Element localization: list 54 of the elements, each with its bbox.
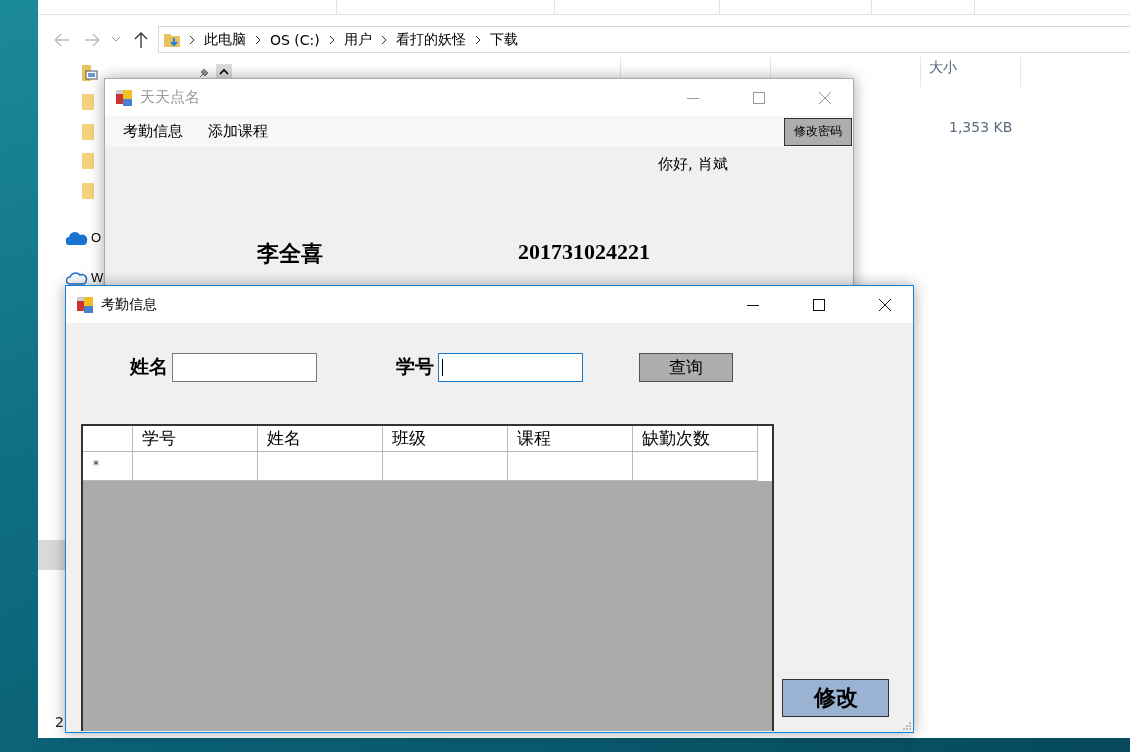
input-field[interactable]	[172, 352, 317, 382]
breadcrumb-item[interactable]: OS (C:)	[270, 31, 320, 48]
breadcrumb-item[interactable]: 看打的妖怪	[395, 30, 466, 49]
chevron-icon	[380, 34, 387, 45]
student-id: 201731024221	[518, 239, 650, 266]
cloud-icon	[66, 230, 88, 245]
forward-icon[interactable]	[84, 32, 100, 47]
edit-button[interactable]: 修改	[782, 679, 889, 717]
table-cell[interactable]	[383, 452, 508, 481]
download-folder-icon	[164, 31, 180, 48]
resize-grip-icon[interactable]	[902, 721, 911, 730]
folder-icon	[82, 122, 94, 141]
input-field[interactable]	[438, 352, 583, 382]
table-cell[interactable]	[508, 452, 633, 481]
field-label: 学号	[396, 354, 434, 379]
close-icon[interactable]	[879, 298, 891, 311]
app-icon	[77, 296, 93, 313]
back-icon[interactable]	[54, 32, 70, 47]
folder-icon	[82, 93, 94, 112]
nav-item[interactable]: W	[91, 270, 104, 285]
maximize-icon[interactable]	[813, 298, 825, 311]
field-label: 姓名	[130, 354, 168, 379]
folder-icon	[82, 181, 94, 200]
table-cell[interactable]	[133, 452, 258, 481]
window-title: 考勤信息	[101, 295, 157, 314]
new-row-marker: *	[83, 452, 133, 481]
nav-item[interactable]: O	[91, 230, 102, 245]
query-button[interactable]: 查询	[639, 352, 733, 382]
change-password-button[interactable]: 修改密码	[784, 117, 852, 146]
chevron-icon	[255, 34, 261, 45]
file-size: 1,353 KB	[949, 119, 1013, 135]
greeting-text: 你好, 肖斌	[658, 155, 728, 173]
table-cell[interactable]	[258, 452, 383, 481]
text-cursor	[442, 358, 443, 376]
up-icon[interactable]	[134, 31, 148, 48]
menu-item[interactable]: 添加课程	[208, 122, 268, 141]
menu-item[interactable]: 考勤信息	[123, 122, 183, 141]
table-cell[interactable]	[633, 452, 758, 481]
app-icon	[116, 89, 132, 106]
column-header[interactable]: 大小	[921, 57, 1021, 87]
status-text: 2	[55, 714, 64, 730]
chevron-icon	[328, 34, 335, 45]
chevron-icon	[189, 34, 195, 45]
address-bar[interactable]: 此电脑 OS (C:) 用户 看打的妖怪 下载	[158, 26, 1130, 53]
pictures-folder-icon	[82, 63, 98, 82]
breadcrumb-item[interactable]: 用户	[343, 30, 372, 49]
folder-icon	[82, 152, 94, 171]
student-name: 李全喜	[257, 239, 324, 268]
breadcrumb-item[interactable]: 此电脑	[204, 30, 246, 49]
dropdown-icon[interactable]	[112, 37, 120, 42]
cloud-icon	[66, 270, 88, 285]
breadcrumb-item[interactable]: 下载	[489, 30, 518, 49]
window-title: 天天点名	[140, 88, 200, 107]
chevron-icon	[474, 34, 481, 45]
